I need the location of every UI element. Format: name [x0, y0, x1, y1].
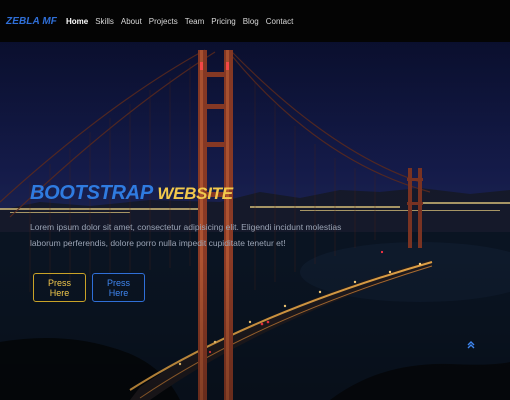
nav-link-contact[interactable]: Contact — [266, 17, 294, 26]
hero-title-part2: WEBSITE — [157, 184, 233, 203]
press-here-button-secondary[interactable]: Press Here — [92, 273, 145, 302]
brand-logo[interactable]: ZEBLA MF — [6, 16, 57, 27]
hero-description: Lorem ipsum dolor sit amet, consectetur … — [30, 222, 342, 248]
nav-link-about[interactable]: About — [121, 17, 142, 26]
nav-link-projects[interactable]: Projects — [149, 17, 178, 26]
hero-section: BOOTSTRAP WEBSITE Lorem ipsum dolor sit … — [0, 42, 510, 400]
nav-link-blog[interactable]: Blog — [243, 17, 259, 26]
nav-link-home[interactable]: Home — [66, 17, 88, 26]
double-chevron-up-icon[interactable] — [466, 340, 476, 350]
nav-link-pricing[interactable]: Pricing — [211, 17, 235, 26]
double-chevron-up-glyph — [467, 341, 475, 349]
hero-title: BOOTSTRAP WEBSITE — [30, 182, 233, 205]
navbar: ZEBLA MF Home Skills About Projects Team… — [0, 0, 510, 42]
press-here-button-primary[interactable]: Press Here — [33, 273, 86, 302]
nav-link-skills[interactable]: Skills — [95, 17, 114, 26]
nav-link-team[interactable]: Team — [185, 17, 205, 26]
hero-title-part1: BOOTSTRAP — [30, 182, 153, 204]
nav-links: Home Skills About Projects Team Pricing … — [66, 17, 293, 26]
